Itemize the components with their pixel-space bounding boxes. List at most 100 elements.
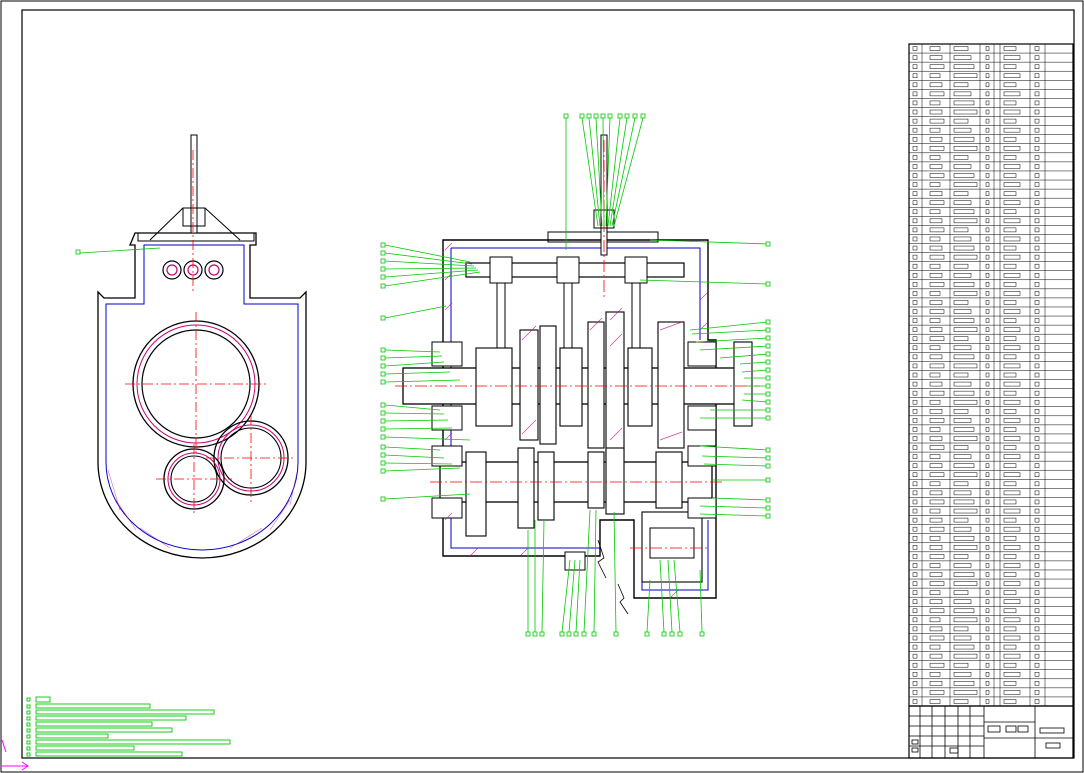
parts-cell-text — [985, 155, 990, 160]
side-center-lines — [125, 150, 296, 516]
parts-cell-text — [1003, 327, 1021, 332]
parts-cell-text — [1003, 191, 1017, 196]
parts-cell-text — [953, 590, 969, 595]
parts-cell-text — [912, 454, 918, 459]
parts-cell-text — [1034, 318, 1040, 323]
parts-cell-text — [929, 327, 943, 332]
parts-cell-text — [929, 626, 943, 632]
parts-cell-text — [953, 599, 972, 604]
parts-cell-text — [929, 300, 943, 305]
parts-cell-text — [1034, 499, 1040, 505]
parts-cell-text — [1034, 164, 1040, 169]
parts-cell-text — [929, 191, 943, 196]
parts-cell-text — [912, 182, 918, 187]
parts-cell-text — [1003, 418, 1021, 423]
parts-cell-text — [912, 653, 918, 659]
parts-cell-text — [1034, 363, 1040, 369]
parts-cell-text — [912, 436, 918, 441]
parts-cell-text — [953, 173, 975, 178]
parts-cell-text — [912, 626, 918, 632]
parts-cell-text — [985, 690, 990, 695]
parts-cell-text — [912, 236, 918, 242]
parts-cell-text — [1034, 626, 1040, 632]
parts-cell-text — [953, 46, 969, 51]
parts-cell-text — [1034, 254, 1040, 260]
parts-cell-text — [985, 599, 990, 604]
parts-cell-text — [912, 227, 918, 233]
parts-cell-text — [1034, 173, 1040, 178]
parts-cell-text — [1003, 390, 1017, 396]
parts-cell-text — [1003, 272, 1021, 278]
parts-cell-text — [953, 381, 972, 387]
parts-cell-text — [953, 236, 972, 242]
parts-cell-text — [929, 282, 945, 287]
parts-cell-text — [953, 82, 969, 88]
parts-cell-text — [953, 55, 972, 60]
parts-cell-text — [953, 282, 975, 287]
parts-cell-text — [953, 272, 972, 278]
parts-cell-text — [1003, 200, 1021, 205]
parts-cell-text — [929, 218, 943, 224]
parts-cell-text — [1003, 535, 1017, 541]
parts-cell-text — [1034, 608, 1040, 614]
parts-cell-text — [953, 263, 969, 269]
parts-cell-text — [1003, 309, 1021, 314]
parts-cell-text — [953, 517, 969, 523]
parts-cell-text — [912, 291, 918, 296]
parts-cell-text — [1034, 526, 1040, 532]
parts-cell-text — [912, 535, 918, 541]
parts-cell-text — [1034, 200, 1040, 205]
parts-cell-text — [953, 617, 978, 623]
parts-cell-text — [1034, 563, 1040, 568]
parts-cell-text — [1034, 427, 1040, 432]
parts-cell-text — [929, 617, 941, 623]
parts-cell-text — [985, 490, 990, 496]
parts-cell-text — [912, 390, 918, 396]
parts-cell-text — [1003, 581, 1021, 586]
parts-cell-text — [912, 699, 918, 704]
parts-cell-text — [912, 136, 918, 142]
parts-cell-text — [912, 146, 918, 151]
parts-cell-text — [1003, 300, 1017, 305]
parts-cell-text — [985, 653, 990, 659]
parts-cell-text — [929, 599, 943, 604]
parts-cell-text — [929, 46, 941, 51]
parts-cell-text — [985, 100, 990, 106]
parts-cell-text — [1003, 164, 1021, 169]
parts-cell-text — [953, 409, 969, 414]
parts-cell-text — [1034, 581, 1040, 586]
parts-cell-text — [912, 662, 918, 668]
parts-cell-text — [1034, 436, 1040, 441]
parts-cell-text — [985, 681, 990, 686]
parts-cell-text — [912, 372, 918, 378]
parts-cell-text — [953, 508, 978, 514]
parts-cell-text — [985, 436, 990, 441]
parts-cell-text — [985, 526, 990, 532]
parts-cell-text — [1034, 64, 1040, 69]
parts-cell-text — [953, 554, 969, 559]
parts-cell-text — [953, 155, 969, 160]
parts-cell-text — [953, 91, 972, 97]
parts-cell-text — [1034, 617, 1040, 623]
parts-cell-text — [985, 499, 990, 505]
parts-cell-text — [1003, 254, 1021, 260]
parts-cell-text — [1003, 64, 1017, 69]
parts-cell-text — [1003, 182, 1021, 187]
parts-cell-text — [912, 672, 918, 677]
parts-cell-text — [929, 227, 945, 233]
parts-cell-text — [953, 535, 975, 541]
parts-cell-text — [953, 100, 975, 106]
parts-cell-text — [953, 209, 975, 215]
parts-cell-text — [912, 381, 918, 387]
parts-cell-text — [912, 46, 918, 51]
parts-cell-text — [929, 318, 941, 323]
parts-cell-text — [953, 653, 978, 659]
parts-cell-text — [953, 690, 978, 695]
parts-cell-text — [1003, 672, 1021, 677]
parts-cell-text — [912, 499, 918, 505]
parts-cell-text — [953, 327, 978, 332]
parts-cell-text — [985, 173, 990, 178]
parts-cell-text — [1003, 209, 1017, 215]
parts-cell-text — [1034, 282, 1040, 287]
parts-cell-text — [1034, 545, 1040, 550]
